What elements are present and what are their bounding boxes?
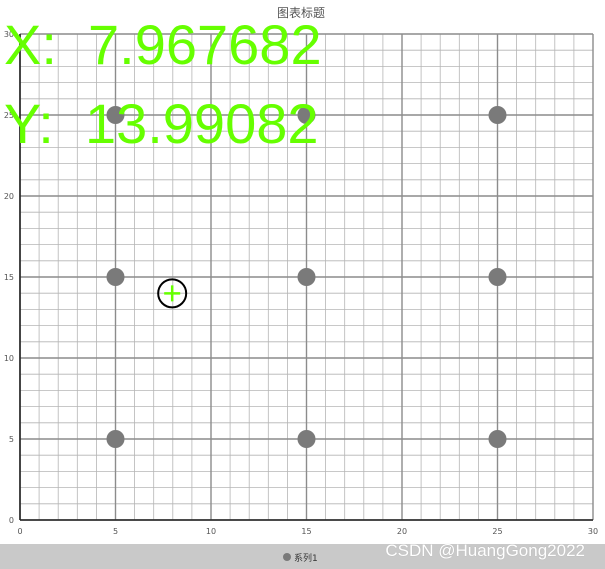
x-tick-label: 5 — [113, 527, 118, 536]
x-readout: X: 7.967682 — [4, 13, 322, 76]
watermark: CSDN @HuangGong2022 — [385, 541, 585, 560]
y-tick-label: 20 — [4, 192, 14, 201]
x-tick-label: 15 — [301, 527, 311, 536]
data-point — [488, 106, 507, 124]
x-tick-label: 10 — [206, 527, 216, 536]
data-point — [488, 430, 507, 448]
y-readout: Y: 13.99082 — [4, 92, 319, 155]
x-tick-label: 25 — [492, 527, 502, 536]
x-tick-label: 20 — [397, 527, 407, 536]
data-point — [297, 268, 316, 286]
y-tick-label: 5 — [9, 435, 14, 444]
y-tick-label: 10 — [4, 354, 14, 363]
x-tick-label: 0 — [17, 527, 22, 536]
data-point — [106, 430, 125, 448]
scatter-chart: 图表标题 0 5 10 15 20 25 30051015202530 X: 7.96768… — [0, 0, 605, 569]
data-point — [297, 430, 316, 448]
legend-item[interactable]: 系列1 — [283, 550, 318, 564]
y-tick-label: 15 — [4, 273, 14, 282]
legend-label: 系列1 — [294, 553, 318, 564]
y-tick-label: 0 — [9, 516, 14, 525]
legend-marker-icon — [283, 553, 291, 561]
x-tick-label: 30 — [588, 527, 598, 536]
data-point — [106, 268, 125, 286]
data-point — [488, 268, 507, 286]
